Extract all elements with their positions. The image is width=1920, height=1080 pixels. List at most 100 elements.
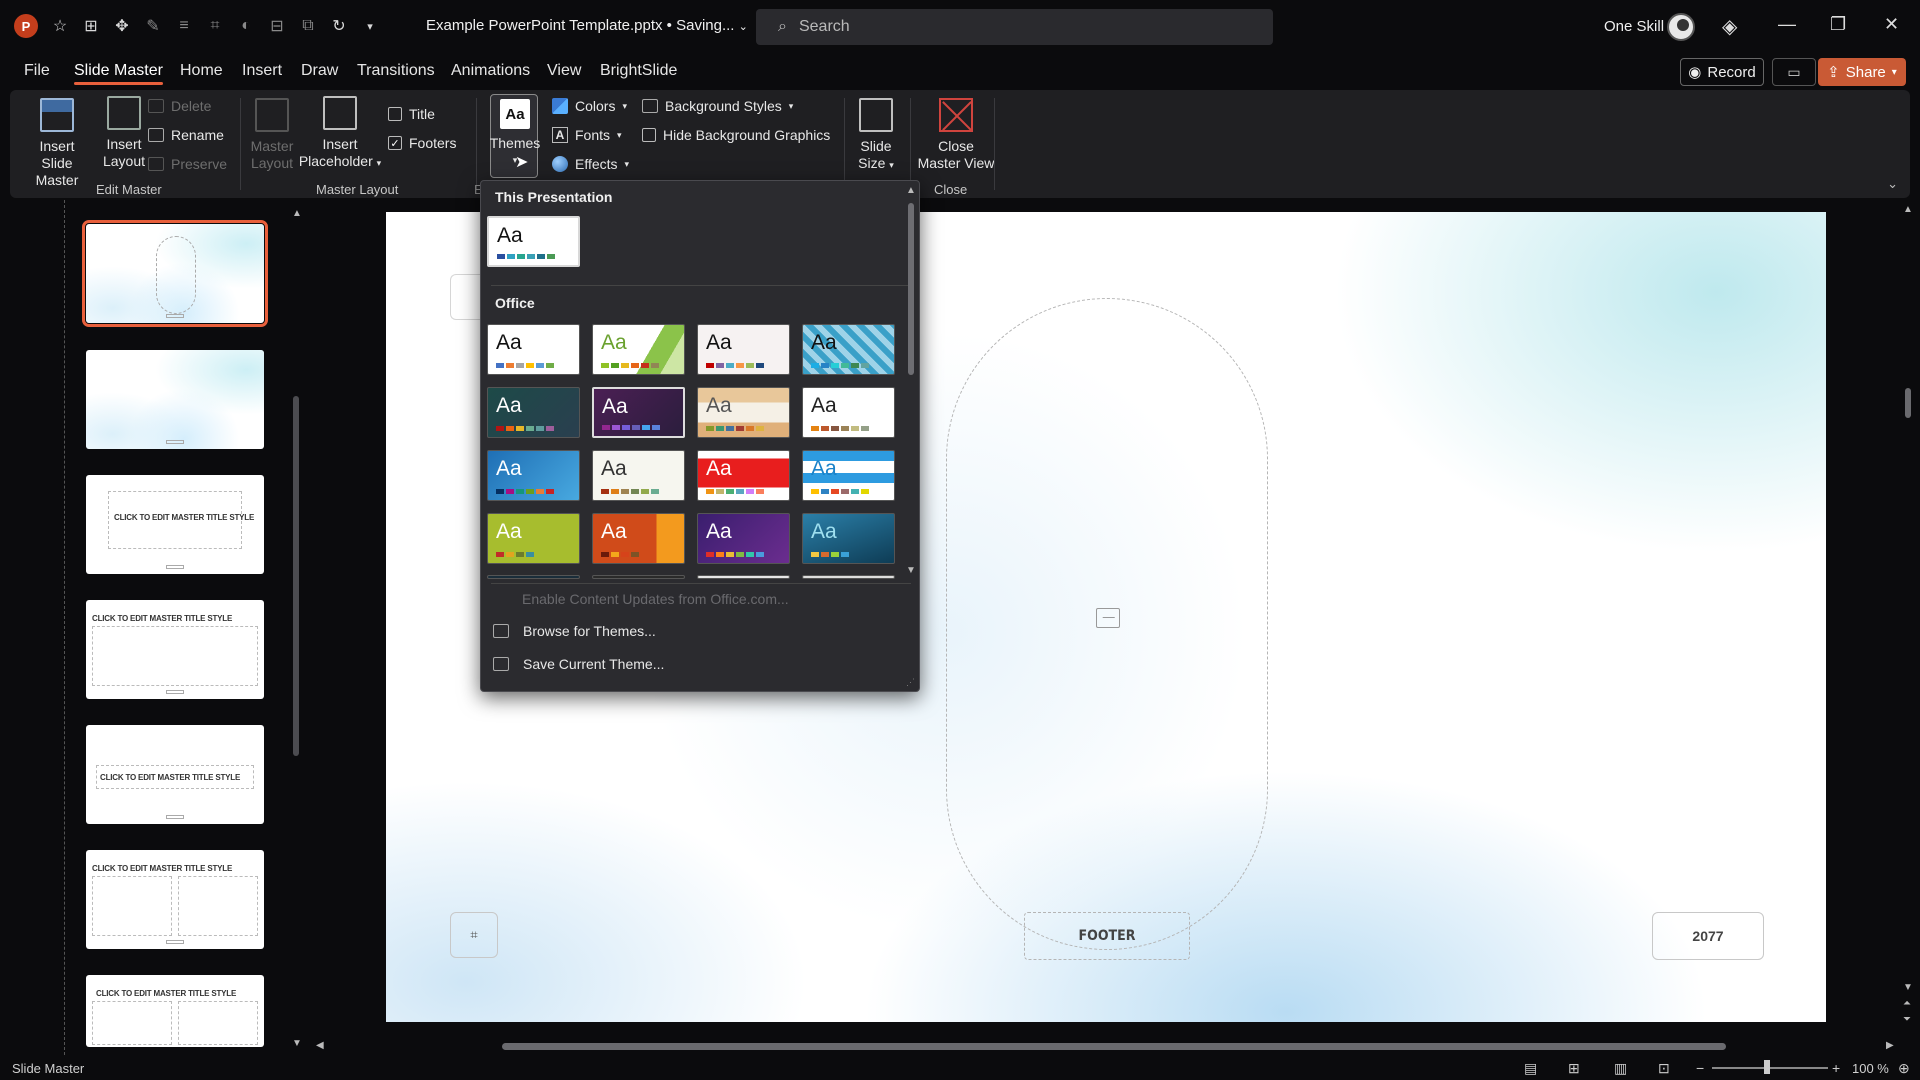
- tab-transitions[interactable]: Transitions: [357, 62, 435, 80]
- preserve-button[interactable]: Preserve: [148, 156, 227, 172]
- master-layout-button[interactable]: Master Layout: [246, 98, 298, 172]
- close-master-view-button[interactable]: Close Master View: [914, 98, 998, 172]
- scroll-up-icon[interactable]: ▲: [292, 208, 302, 219]
- tab-animations[interactable]: Animations: [451, 62, 530, 80]
- theme-retrospect[interactable]: Aa: [802, 387, 895, 438]
- browse-for-themes-item[interactable]: Browse for Themes...: [493, 623, 656, 639]
- zoom-level[interactable]: 100 %: [1852, 1061, 1889, 1076]
- tab-draw[interactable]: Draw: [301, 62, 338, 80]
- theme-circuit[interactable]: Aa: [802, 450, 895, 501]
- minimize-icon[interactable]: —: [1778, 14, 1796, 35]
- reading-view-icon[interactable]: ▥: [1614, 1060, 1627, 1077]
- tab-slide-master[interactable]: Slide Master: [74, 62, 163, 85]
- slide-number-placeholder[interactable]: ⌗: [450, 912, 498, 958]
- theme-office[interactable]: Aa: [487, 324, 580, 375]
- slideshow-icon[interactable]: ⊡: [1658, 1060, 1670, 1077]
- scroll-right-icon[interactable]: ▶: [1886, 1040, 1894, 1051]
- tab-view[interactable]: View: [547, 62, 581, 80]
- scroll-down-icon[interactable]: ▼: [906, 565, 916, 576]
- scroll-up-icon[interactable]: ▲: [906, 185, 916, 196]
- thumbnail-scroll-thumb[interactable]: [293, 396, 299, 756]
- layout-thumbnail-2[interactable]: [86, 350, 264, 449]
- notes-icon[interactable]: ▤: [1524, 1060, 1537, 1077]
- colors-button[interactable]: Colors ▾: [552, 98, 627, 114]
- theme-basis[interactable]: Aa: [487, 513, 580, 564]
- vertical-scrollbar[interactable]: ▲ ▼ ⏶ ⏷: [1902, 204, 1914, 1034]
- insert-layout-button[interactable]: Insert Layout: [96, 96, 152, 170]
- theme-slice[interactable]: Aa: [487, 450, 580, 501]
- ribbon-collapse-icon[interactable]: ⌄: [1887, 176, 1898, 192]
- effects-button[interactable]: Effects ▾: [552, 156, 629, 172]
- move-icon[interactable]: ✥: [113, 17, 131, 35]
- theme-current[interactable]: Aa: [487, 216, 580, 267]
- rename-button[interactable]: Rename: [148, 127, 224, 143]
- themes-button[interactable]: Aa Themes ▾: [490, 94, 540, 178]
- crop-icon[interactable]: ⌗: [206, 17, 224, 35]
- theme-ion-boardroom[interactable]: Aa: [802, 324, 895, 375]
- tab-brightslide[interactable]: BrightSlide: [600, 62, 677, 80]
- draw-pen-icon[interactable]: ✎: [144, 17, 162, 35]
- restore-icon[interactable]: ❐: [1830, 14, 1846, 35]
- star-icon[interactable]: ☆: [51, 17, 69, 35]
- gallery-scroll-thumb[interactable]: [908, 203, 914, 375]
- layout-thumbnail-7[interactable]: CLICK TO EDIT MASTER TITLE STYLE: [86, 975, 264, 1047]
- customize-qat-icon[interactable]: ▾: [361, 17, 379, 35]
- document-title[interactable]: Example PowerPoint Template.pptx • Savin…: [426, 17, 748, 34]
- insert-slide-master-button[interactable]: Insert Slide Master: [22, 98, 92, 189]
- theme-partial[interactable]: [487, 575, 580, 579]
- shape-fill-icon[interactable]: ◐: [237, 17, 255, 35]
- theme-ion[interactable]: Aa: [487, 387, 580, 438]
- layout-thumbnail-4[interactable]: CLICK TO EDIT MASTER TITLE STYLE: [86, 600, 264, 699]
- delete-button[interactable]: Delete: [148, 98, 211, 114]
- theme-dividend[interactable]: Aa: [802, 513, 895, 564]
- fit-to-window-icon[interactable]: ⊕: [1898, 1060, 1910, 1077]
- zoom-slider[interactable]: [1712, 1067, 1828, 1069]
- vertical-scroll-thumb[interactable]: [1905, 388, 1911, 418]
- zoom-in-icon[interactable]: +: [1832, 1060, 1840, 1076]
- next-slide-icon[interactable]: ⏷: [1903, 1014, 1911, 1025]
- save-current-theme-item[interactable]: Save Current Theme...: [493, 656, 664, 672]
- redo-icon[interactable]: ↻: [330, 17, 348, 35]
- theme-organic[interactable]: Aa: [697, 387, 790, 438]
- theme-ion-purple[interactable]: Aa: [592, 387, 685, 438]
- scroll-down-icon[interactable]: ▼: [1903, 982, 1913, 993]
- theme-integral[interactable]: Aa: [697, 324, 790, 375]
- theme-vapor-trail[interactable]: Aa: [697, 513, 790, 564]
- tab-file[interactable]: File: [24, 62, 50, 80]
- comments-button[interactable]: ▭: [1772, 58, 1816, 86]
- fonts-button[interactable]: A Fonts ▾: [552, 127, 622, 143]
- premium-diamond-icon[interactable]: ◈: [1722, 14, 1737, 39]
- layout-thumbnail-1[interactable]: [82, 220, 268, 327]
- format-painter-icon[interactable]: ⊞: [82, 17, 100, 35]
- layout-thumbnail-5[interactable]: CLICK TO EDIT MASTER TITLE STYLE: [86, 725, 264, 824]
- background-styles-button[interactable]: Background Styles ▾: [642, 98, 793, 114]
- layout-thumbnail-6[interactable]: CLICK TO EDIT MASTER TITLE STYLE: [86, 850, 264, 949]
- theme-partial[interactable]: [592, 575, 685, 579]
- gallery-scrollbar[interactable]: ▲ ▼: [905, 185, 917, 577]
- scroll-up-icon[interactable]: ▲: [1903, 204, 1913, 215]
- slide-size-button[interactable]: Slide Size ▾: [848, 98, 904, 174]
- group-icon[interactable]: ⧉: [299, 17, 317, 35]
- footers-checkbox[interactable]: ✓ Footers: [388, 135, 456, 151]
- avatar[interactable]: [1667, 13, 1695, 41]
- footer-placeholder[interactable]: FOOTER: [1024, 912, 1190, 960]
- date-placeholder[interactable]: 2077: [1652, 912, 1764, 960]
- close-window-icon[interactable]: ✕: [1884, 14, 1899, 35]
- theme-partial[interactable]: [802, 575, 895, 579]
- layout-thumbnail-3[interactable]: CLICK TO EDIT MASTER TITLE STYLE: [86, 475, 264, 574]
- scroll-left-icon[interactable]: ◀: [316, 1040, 324, 1051]
- scroll-down-icon[interactable]: ▼: [292, 1038, 302, 1049]
- horizontal-scroll-thumb[interactable]: [502, 1043, 1726, 1050]
- horizontal-scrollbar[interactable]: ◀ ▶: [316, 1040, 1896, 1052]
- user-name[interactable]: One Skill: [1604, 18, 1664, 35]
- distribute-icon[interactable]: ⊟: [268, 17, 286, 35]
- theme-damask[interactable]: Aa: [592, 513, 685, 564]
- theme-berlin[interactable]: Aa: [697, 450, 790, 501]
- slide-sorter-icon[interactable]: ⊞: [1568, 1060, 1580, 1077]
- zoom-slider-knob[interactable]: [1764, 1060, 1770, 1074]
- align-icon[interactable]: ≡: [175, 17, 193, 35]
- theme-partial[interactable]: [697, 575, 790, 579]
- record-button[interactable]: ◉ Record: [1680, 58, 1764, 86]
- previous-slide-icon[interactable]: ⏶: [1903, 998, 1911, 1009]
- tab-insert[interactable]: Insert: [242, 62, 282, 80]
